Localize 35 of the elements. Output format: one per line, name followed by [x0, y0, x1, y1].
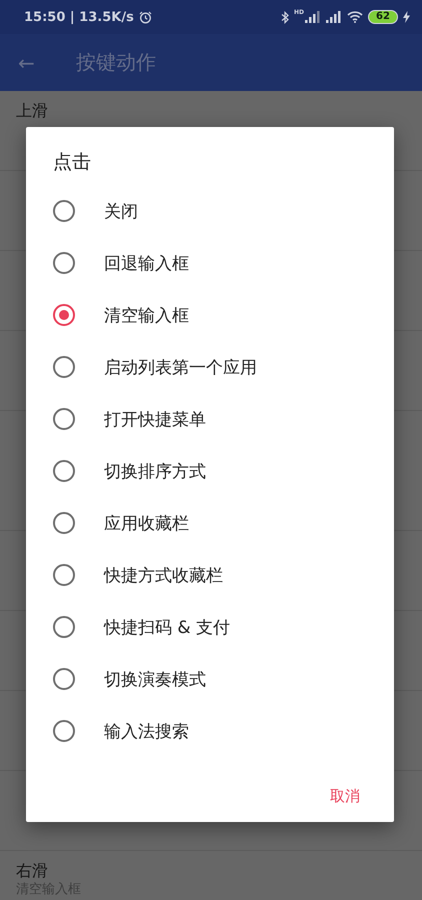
bluetooth-icon: [280, 10, 289, 24]
radio-button[interactable]: [53, 200, 75, 222]
wifi-icon: [347, 11, 363, 23]
radio-button[interactable]: [53, 564, 75, 586]
option-label[interactable]: 输入法搜索: [104, 720, 189, 742]
radio-button[interactable]: [53, 460, 75, 482]
dialog-title: 点击: [52, 150, 92, 175]
radio-button[interactable]: [53, 616, 75, 638]
list-item-title: 上滑: [16, 100, 49, 122]
option-label[interactable]: 快捷扫码 & 支付: [104, 616, 230, 638]
cancel-button[interactable]: 取消: [328, 783, 362, 810]
signal-icon: [305, 11, 321, 23]
radio-button[interactable]: [53, 252, 75, 274]
radio-button[interactable]: [53, 304, 75, 326]
app-bar-title: 按键动作: [76, 49, 156, 76]
status-time: 15:50 | 13.5K/s: [24, 10, 134, 24]
option-label[interactable]: 打开快捷菜单: [104, 408, 206, 430]
alarm-clock-icon: [138, 10, 152, 24]
option-label[interactable]: 关闭: [104, 200, 138, 222]
battery-level: 62: [368, 10, 398, 24]
option-label[interactable]: 应用收藏栏: [104, 512, 189, 534]
radio-button[interactable]: [53, 512, 75, 534]
radio-button[interactable]: [53, 720, 75, 742]
option-label[interactable]: 快捷方式收藏栏: [104, 564, 223, 586]
option-label[interactable]: 清空输入框: [104, 304, 189, 326]
radio-button[interactable]: [53, 408, 75, 430]
list-item-title: 右滑: [16, 860, 49, 882]
radio-button[interactable]: [53, 356, 75, 378]
option-label[interactable]: 切换演奏模式: [104, 668, 206, 690]
radio-button[interactable]: [53, 668, 75, 690]
option-label[interactable]: 切换排序方式: [104, 460, 206, 482]
option-label[interactable]: 启动列表第一个应用: [104, 356, 257, 378]
option-label[interactable]: 回退输入框: [104, 252, 189, 274]
signal-icon: [326, 11, 342, 23]
charging-bolt-icon: [403, 11, 410, 23]
